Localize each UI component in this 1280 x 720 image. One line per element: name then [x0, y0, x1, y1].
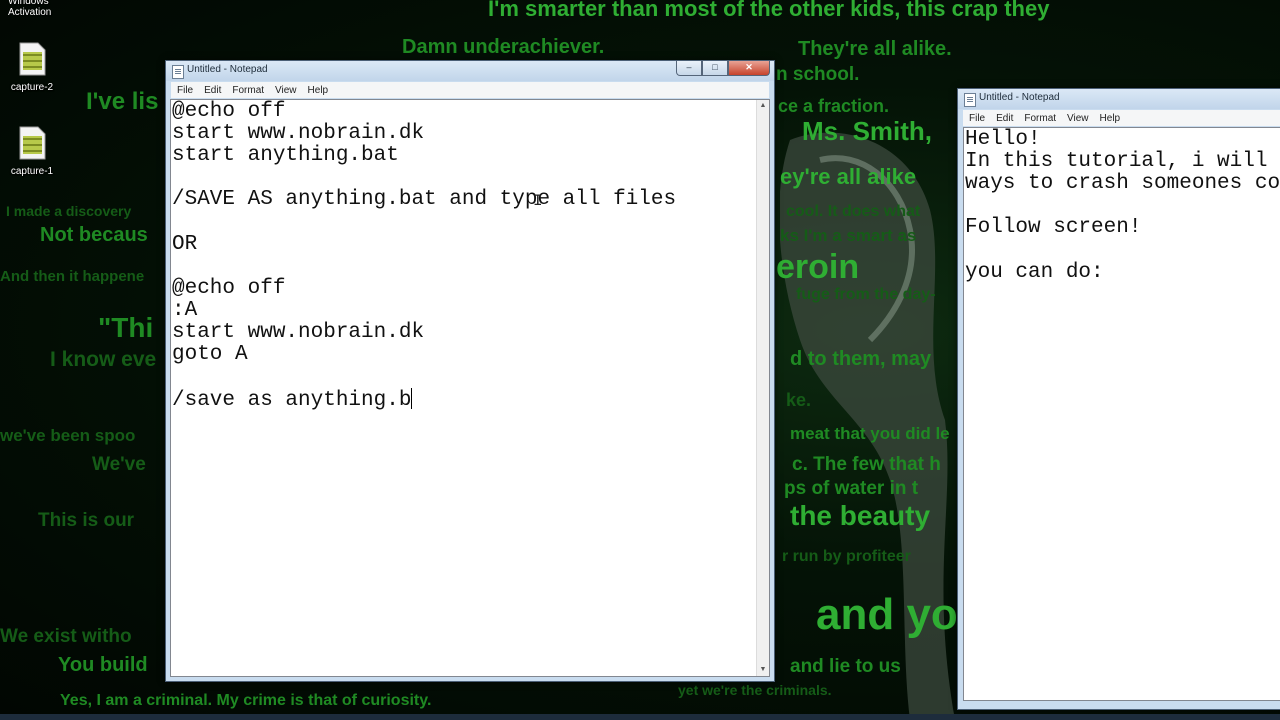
wallpaper-text: fuge from the day- — [796, 286, 936, 303]
wallpaper-text: This is our — [38, 510, 135, 531]
wallpaper-text: d to them, may — [790, 348, 932, 370]
notepad-app-icon — [172, 65, 184, 79]
editor-text: Hello! In this tutorial, i will ways to … — [965, 128, 1280, 284]
title-bar[interactable]: Untitled - Notepad – □ ✕ — [166, 61, 774, 81]
menu-help[interactable]: Help — [302, 82, 334, 98]
wallpaper-text: ce a fraction. — [778, 96, 890, 116]
wallpaper-text: meat that you did le — [790, 424, 950, 443]
wallpaper-text: n school. — [776, 64, 860, 85]
wallpaper-text: And then it happene — [0, 268, 145, 285]
wallpaper-text: I made a discovery — [6, 203, 132, 219]
windows-activation-label[interactable]: Windows Activation — [8, 0, 51, 18]
video-file-icon — [16, 42, 48, 76]
text-caret — [411, 388, 413, 410]
wallpaper-text: We exist witho — [0, 626, 132, 647]
wallpaper-text: ps of water in t — [784, 478, 919, 499]
menu-file[interactable]: File — [963, 110, 990, 126]
menu-format[interactable]: Format — [226, 82, 269, 98]
ibeam-cursor-icon: I — [533, 192, 543, 210]
wallpaper-text: I know eve — [50, 348, 157, 371]
window-controls: – □ ✕ — [676, 61, 770, 76]
title-bar[interactable]: Untitled - Notepad — [958, 89, 1280, 109]
menu-format[interactable]: Format — [1018, 110, 1061, 126]
desktop-icon-label: capture-2 — [10, 82, 54, 93]
wallpaper-text: c. The few that h — [792, 454, 941, 475]
menu-bar: File Edit Format View Help — [171, 82, 769, 98]
wallpaper-text: I've lis — [86, 88, 159, 115]
text-editor-area[interactable]: @echo off start www.nobrain.dk start any… — [170, 99, 770, 677]
wallpaper-text: You build — [58, 654, 148, 676]
window-title: Untitled - Notepad — [187, 64, 268, 75]
video-file-icon — [16, 126, 48, 160]
wallpaper-text: Ms. Smith, — [802, 116, 933, 146]
wallpaper-text: we've been spoo — [0, 426, 136, 445]
menu-help[interactable]: Help — [1094, 110, 1126, 126]
close-button[interactable]: ✕ — [728, 61, 770, 76]
maximize-button[interactable]: □ — [702, 61, 728, 76]
wallpaper-text: ke. — [786, 390, 812, 410]
wallpaper-text: They're all alike. — [798, 38, 952, 60]
wallpaper-text: yet we're the criminals. — [678, 682, 832, 698]
notepad-window-side[interactable]: Untitled - Notepad File Edit Format View… — [957, 88, 1280, 710]
minimize-button[interactable]: – — [676, 61, 702, 76]
wallpaper-text: Not becaus — [40, 224, 148, 246]
scroll-down-arrow-icon[interactable]: ▼ — [757, 664, 769, 676]
menu-edit[interactable]: Edit — [990, 110, 1018, 126]
wallpaper-text: We've — [92, 454, 146, 475]
desktop-icon-capture-1[interactable]: capture-1 — [2, 126, 62, 177]
wallpaper-text: ey're all alike — [780, 164, 917, 189]
wallpaper-text: Yes, I am a criminal. My crime is that o… — [60, 692, 432, 709]
wallpaper-text: the beauty — [790, 500, 931, 531]
menu-bar: File Edit Format View Help — [963, 110, 1280, 126]
scroll-up-arrow-icon[interactable]: ▲ — [757, 100, 769, 112]
wallpaper-text: "Thi — [98, 312, 154, 343]
desktop-icon-label: capture-1 — [10, 166, 54, 177]
wallpaper-text: ks I'm a smart as — [780, 226, 917, 245]
menu-file[interactable]: File — [171, 82, 198, 98]
window-title: Untitled - Notepad — [979, 92, 1060, 103]
text-editor-area[interactable]: Hello! In this tutorial, i will ways to … — [963, 127, 1280, 701]
editor-content: @echo off start www.nobrain.dk start any… — [172, 100, 677, 413]
wallpaper-text: r run by profiteer — [782, 548, 911, 565]
wallpaper-text: I'm smarter than most of the other kids,… — [488, 0, 1050, 21]
taskbar[interactable] — [0, 714, 1280, 720]
wallpaper-text: Damn underachiever. — [402, 36, 605, 58]
vertical-scrollbar[interactable]: ▲ ▼ — [756, 100, 769, 676]
notepad-app-icon — [964, 93, 976, 107]
editor-text: @echo off start www.nobrain.dk start any… — [171, 100, 769, 412]
desktop-icon-capture-2[interactable]: capture-2 — [2, 42, 62, 93]
menu-view[interactable]: View — [269, 82, 302, 98]
notepad-window-main[interactable]: Untitled - Notepad – □ ✕ File Edit Forma… — [165, 60, 775, 682]
menu-edit[interactable]: Edit — [198, 82, 226, 98]
menu-view[interactable]: View — [1061, 110, 1094, 126]
wallpaper-text: eroin — [776, 248, 860, 286]
wallpaper-text: cool. It does what — [786, 203, 921, 220]
wallpaper-text: and lie to us — [790, 656, 901, 677]
